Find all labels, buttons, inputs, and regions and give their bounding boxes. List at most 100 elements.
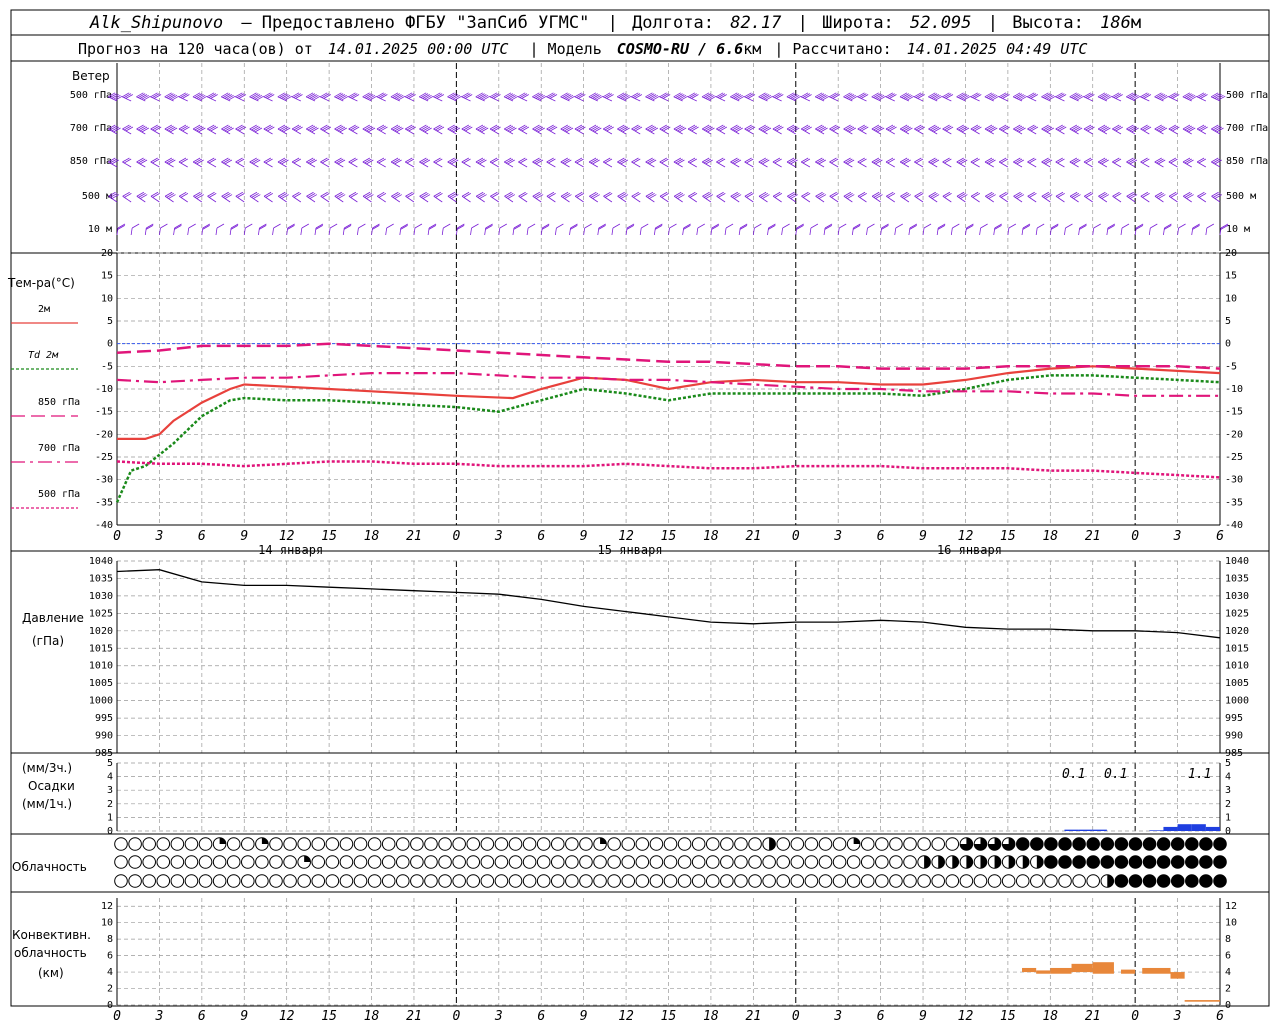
wind-barb: [574, 191, 585, 203]
wind-barb-feather: [1143, 126, 1152, 132]
wind-barb-staff: [871, 195, 881, 203]
wind-barb-feather: [562, 193, 570, 198]
y-tick-label-left: 1010: [89, 661, 113, 672]
wind-barb: [645, 157, 657, 168]
wind-barb-feather: [703, 158, 712, 164]
wind-barb-staff: [136, 195, 146, 203]
wind-barb-feather: [675, 125, 683, 131]
y-tick-label-left: -35: [95, 497, 113, 508]
wind-barb-feather: [493, 126, 501, 132]
wind-barb: [1154, 157, 1166, 168]
wind-barb-staff: [809, 227, 812, 236]
cloud-cover-icon: [1213, 874, 1227, 888]
wind-barb-feather: [887, 125, 895, 131]
wind-level-label: 850 гПа: [70, 156, 112, 167]
cloud-circle: [128, 855, 142, 869]
wind-barb: [631, 191, 641, 203]
wind-barb-feather: [196, 159, 204, 165]
wind-barb-feather: [985, 191, 993, 197]
cloud-circle: [875, 874, 889, 888]
wind-barb-feather: [1196, 157, 1205, 163]
wind-barb-feather: [392, 193, 401, 198]
wind-barb-feather: [224, 159, 233, 165]
wind-barb: [334, 191, 346, 203]
wind-barb-feather: [419, 157, 427, 163]
cloud-circle: [776, 874, 791, 888]
wind-barb: [144, 223, 154, 236]
wind-barb-feather: [519, 125, 528, 131]
wind-barb-staff: [277, 96, 287, 102]
wind-barb-feather: [1016, 159, 1024, 165]
wind-barb: [1112, 124, 1123, 135]
wind-barb-staff: [645, 195, 655, 203]
wind-barb-feather: [669, 223, 677, 229]
wind-barb-feather: [251, 193, 259, 198]
cloud-fill: [1058, 837, 1072, 851]
wind-barb: [829, 157, 839, 168]
wind-barb-feather: [565, 127, 574, 133]
wind-barb: [1182, 124, 1196, 135]
cloud-cover-icon: [1114, 837, 1129, 851]
wind-level-label: 500 м: [82, 191, 112, 202]
wind-barb-staff: [1154, 161, 1164, 168]
cloud-cover-icon: [550, 837, 565, 851]
wind-barb-staff: [687, 161, 697, 168]
wind-barb-feather: [1085, 158, 1093, 164]
wind-barb-feather: [447, 124, 455, 130]
wind-barb-feather: [1156, 193, 1164, 198]
wind-barb-feather: [235, 157, 243, 163]
wind-barb-staff: [235, 161, 245, 168]
wind-barb-feather: [859, 125, 867, 131]
cloud-fill: [1058, 855, 1072, 869]
wind-barb: [1197, 191, 1207, 203]
cloud-cover-icon: [184, 874, 199, 888]
wind-barb: [207, 191, 217, 203]
wind-barb: [702, 191, 714, 203]
wind-barb-staff: [1196, 161, 1207, 168]
wind-barb: [942, 157, 952, 168]
wind-barb-feather: [846, 126, 855, 132]
wind-barb-feather: [903, 126, 911, 132]
wind-barb-feather: [673, 191, 682, 197]
cloud-cover-icon: [1058, 855, 1072, 869]
wind-barb-staff: [999, 195, 1009, 203]
wind-barb-feather: [364, 193, 372, 198]
wind-barb-feather: [649, 194, 657, 199]
wind-barb-staff: [942, 96, 952, 102]
cloud-cover-icon: [959, 874, 974, 888]
wind-barb: [928, 92, 943, 102]
wind-barb-feather: [930, 158, 938, 164]
cloud-cover-icon: [1015, 855, 1030, 869]
x-tick-label: 6: [537, 529, 545, 544]
cloud-circle: [184, 837, 199, 851]
wind-barb-feather: [350, 125, 358, 131]
wind-barb: [837, 223, 847, 236]
wind-barb-staff: [263, 96, 273, 102]
meteogram: Alk_Shipunovo – Предоставлено ФГБУ "ЗапС…: [7, 9, 1270, 1024]
wind-barb-feather: [871, 191, 880, 197]
wind-barb: [588, 92, 604, 102]
cloud-cover-icon: [395, 874, 410, 888]
cloud-circle: [536, 855, 551, 869]
cloud-circle: [367, 855, 382, 869]
wind-barb-staff: [744, 195, 754, 203]
cloud-circle: [579, 874, 593, 888]
wind-barb-staff: [1168, 128, 1178, 135]
cloud-circle: [114, 874, 128, 888]
wind-barb: [249, 191, 261, 203]
wind-barb-feather: [562, 158, 570, 164]
wind-barb-feather: [1178, 223, 1186, 229]
wind-barb-feather: [678, 127, 687, 133]
wind-barb: [376, 157, 386, 168]
wind-barb-staff: [800, 96, 811, 102]
wind-barb-feather: [309, 159, 317, 165]
cloud-circle: [466, 855, 481, 869]
wind-barb-feather: [960, 126, 968, 132]
cloud-cover-icon: [959, 855, 974, 869]
wind-barb-feather: [970, 157, 979, 163]
wind-barb: [504, 191, 516, 203]
cloud-cover-icon: [1001, 837, 1016, 851]
conv-bar: [1142, 967, 1171, 974]
y-tick-label-right: 2: [1225, 984, 1231, 995]
wind-barb-feather: [479, 159, 487, 165]
